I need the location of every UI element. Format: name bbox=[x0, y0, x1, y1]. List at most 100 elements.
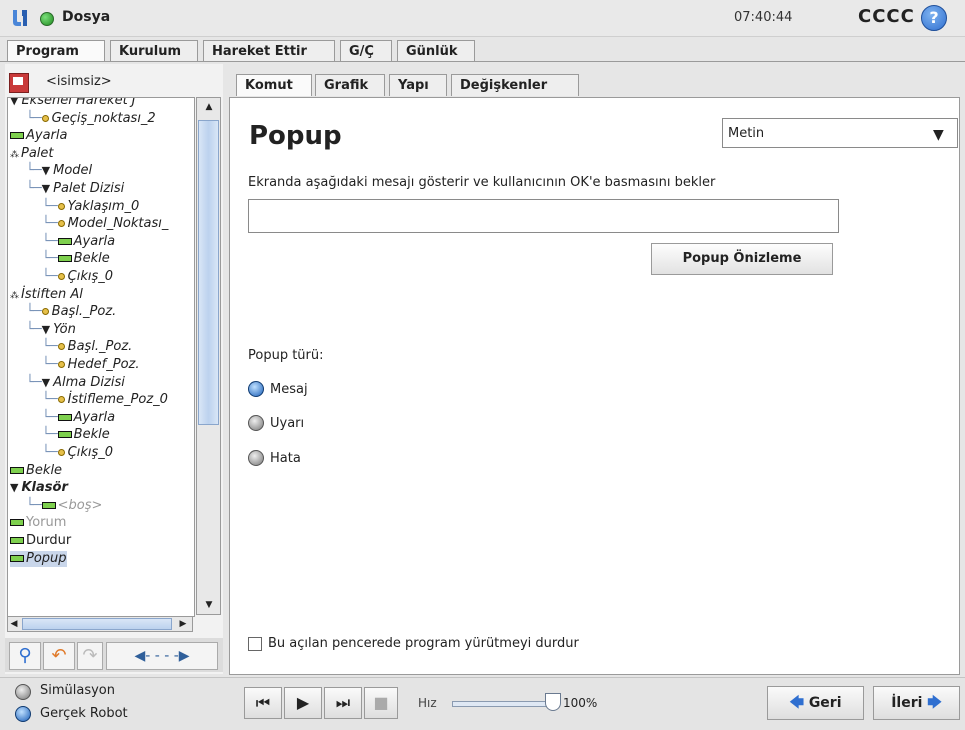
tree-node[interactable]: Ayarla bbox=[10, 128, 67, 144]
page-title: Popup bbox=[249, 121, 342, 151]
tab-gunluk[interactable]: Günlük bbox=[397, 40, 475, 62]
robot-name: CCCC bbox=[858, 6, 915, 27]
redo-icon[interactable]: ↷ bbox=[77, 642, 103, 670]
tree-node[interactable]: └─ Çıkış_0 bbox=[42, 445, 113, 461]
tree-node[interactable]: └─ Yaklaşım_0 bbox=[42, 199, 139, 215]
tree-node[interactable]: └─▼ Alma Dizisi bbox=[26, 375, 125, 391]
tree-node[interactable]: └─▼ Palet Dizisi bbox=[26, 181, 124, 197]
tree-node[interactable]: ▼ Klasör bbox=[10, 480, 68, 496]
scroll-left-icon[interactable]: ◀ bbox=[8, 617, 20, 631]
tree-node-label: Ayarla bbox=[73, 233, 116, 249]
tree-node-label: Çıkış_0 bbox=[67, 269, 114, 284]
program-name: <isimsiz> bbox=[46, 74, 112, 89]
tree-hscroll-thumb[interactable] bbox=[22, 618, 172, 630]
stop-icon[interactable]: ■ bbox=[364, 687, 398, 719]
tree-connector-icon: └─ bbox=[26, 181, 42, 196]
popup-preview-button[interactable]: Popup Önizleme bbox=[651, 243, 833, 275]
tree-connector-icon: └─ bbox=[26, 497, 42, 513]
tab-divider bbox=[0, 61, 965, 62]
waypoint-icon bbox=[57, 343, 65, 351]
radio-warning[interactable] bbox=[248, 415, 264, 431]
command-bar-icon bbox=[10, 554, 24, 562]
program-tree[interactable]: ▼ Eksenel Hareket J └─ Geçiş_noktası_2 Ayarl… bbox=[7, 97, 195, 617]
tab-komut[interactable]: Komut bbox=[236, 74, 312, 96]
rewind-icon[interactable]: ⏮ bbox=[244, 687, 282, 719]
tree-node-label: Başl._Poz. bbox=[51, 304, 117, 320]
radio-simulation[interactable] bbox=[15, 684, 31, 700]
tree-connector-icon: └─ bbox=[26, 110, 42, 126]
tree-node[interactable]: └─ Model_Noktası_ bbox=[42, 216, 168, 232]
tree-node[interactable]: └─ Başl._Poz. bbox=[42, 339, 132, 355]
tab-program[interactable]: Program bbox=[7, 40, 105, 62]
tree-node[interactable]: Yorum bbox=[10, 515, 66, 531]
halt-program-checkbox[interactable] bbox=[248, 637, 262, 651]
tree-node-label: Alma Dizisi bbox=[53, 374, 125, 390]
radio-error[interactable] bbox=[248, 450, 264, 466]
radio-message[interactable] bbox=[248, 381, 264, 397]
tree-connector-icon: └─ bbox=[42, 357, 58, 372]
ur-logo-icon bbox=[13, 10, 27, 26]
radio-real-robot[interactable] bbox=[15, 706, 31, 722]
expand-arrows-icon[interactable]: ◀- - - -▶ bbox=[106, 642, 218, 670]
tree-node[interactable]: Bekle bbox=[10, 463, 62, 479]
tree-connector-icon: └─ bbox=[26, 321, 42, 337]
arrow-right-icon: 🡆 bbox=[927, 695, 942, 711]
play-icon[interactable]: ▶ bbox=[284, 687, 322, 719]
tree-node[interactable]: └─ Bekle bbox=[42, 427, 110, 443]
speed-slider[interactable] bbox=[452, 701, 555, 707]
command-bar-icon bbox=[57, 237, 72, 245]
expand-triangle-icon: ▼ bbox=[10, 481, 19, 495]
command-bar-icon bbox=[57, 431, 72, 439]
tree-node[interactable]: └─ İstifleme_Poz_0 bbox=[42, 392, 168, 408]
tree-node[interactable]: └─ Çıkış_0 bbox=[42, 269, 113, 285]
speed-slider-handle[interactable] bbox=[545, 693, 561, 711]
tree-node[interactable]: └─ Başl._Poz. bbox=[26, 304, 116, 320]
tree-node[interactable]: ▼ Eksenel Hareket J bbox=[10, 98, 136, 109]
tab-yapi[interactable]: Yapı bbox=[389, 74, 447, 96]
back-button[interactable]: 🡄 Geri bbox=[767, 686, 864, 720]
tree-node[interactable]: └─ Geçiş_noktası_2 bbox=[26, 111, 156, 127]
scroll-right-icon[interactable]: ▶ bbox=[176, 617, 190, 631]
tree-node[interactable]: └─ Ayarla bbox=[42, 234, 115, 250]
tree-node-label: Yaklaşım_0 bbox=[67, 198, 140, 214]
scroll-up-icon[interactable]: ▲ bbox=[201, 100, 217, 114]
next-label: İleri bbox=[891, 695, 923, 711]
tree-node[interactable]: └─ <boş> bbox=[26, 498, 102, 514]
tree-node[interactable]: └─ Ayarla bbox=[42, 410, 115, 426]
tab-grafik[interactable]: Grafik bbox=[315, 74, 385, 96]
tree-node[interactable]: Durdur bbox=[10, 533, 71, 549]
tree-connector-icon: └─ bbox=[42, 216, 58, 232]
waypoint-icon bbox=[41, 308, 49, 316]
waypoint-icon bbox=[57, 220, 65, 228]
undo-icon[interactable]: ↶ bbox=[43, 642, 75, 670]
tab-degiskenler[interactable]: Değişkenler bbox=[451, 74, 579, 96]
tree-node[interactable]: ⁂ Palet bbox=[10, 146, 54, 163]
waypoint-icon bbox=[57, 449, 65, 456]
help-icon[interactable]: ? bbox=[921, 5, 947, 31]
tree-node[interactable]: └─▼ Yön bbox=[26, 322, 76, 338]
search-icon[interactable]: ⚲ bbox=[9, 642, 41, 670]
tree-connector-icon: └─ bbox=[42, 233, 58, 249]
tree-node[interactable]: Popup bbox=[10, 550, 67, 567]
tab-kurulum[interactable]: Kurulum bbox=[110, 40, 198, 62]
popup-message-input[interactable] bbox=[248, 199, 839, 233]
tree-node-label: Ayarla bbox=[26, 128, 68, 144]
scroll-down-icon[interactable]: ▼ bbox=[201, 598, 217, 612]
tree-node[interactable]: └─▼ Model bbox=[26, 163, 92, 179]
tree-connector-icon: └─ bbox=[42, 251, 58, 267]
step-icon[interactable]: ⏭ bbox=[324, 687, 362, 719]
command-bar-icon bbox=[57, 413, 72, 421]
tab-hareket-ettir[interactable]: Hareket Ettir bbox=[203, 40, 335, 62]
file-menu[interactable]: Dosya bbox=[62, 9, 110, 25]
tree-node[interactable]: ⁂ İstiften Al bbox=[10, 287, 83, 304]
tree-node[interactable]: └─ Bekle bbox=[42, 251, 110, 267]
tree-node-label: İstifleme_Poz_0 bbox=[67, 392, 168, 408]
command-bar-icon bbox=[41, 501, 56, 509]
next-button[interactable]: İleri 🡆 bbox=[873, 686, 960, 720]
chevron-down-icon[interactable]: ▼ bbox=[933, 127, 944, 143]
tree-scroll-thumb[interactable] bbox=[198, 120, 219, 425]
tree-node-label: Başl._Poz. bbox=[67, 339, 133, 355]
tree-node[interactable]: └─ Hedef_Poz. bbox=[42, 357, 140, 373]
tree-node-label: Palet bbox=[21, 145, 54, 161]
tab-io[interactable]: G/Ç bbox=[340, 40, 392, 62]
